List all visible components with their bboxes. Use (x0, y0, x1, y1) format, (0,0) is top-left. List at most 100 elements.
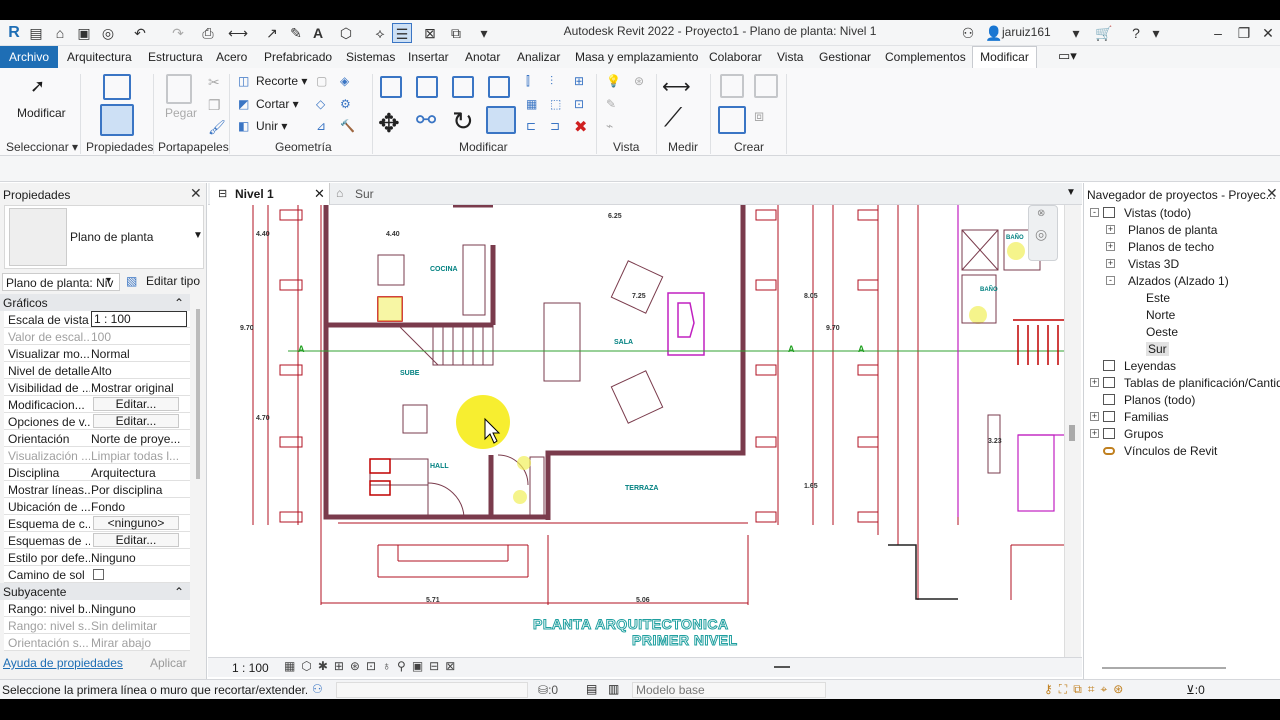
instance-filter[interactable]: Plano de planta: Niv (2, 273, 120, 291)
create-assembly-icon[interactable] (720, 74, 744, 98)
measure-icon[interactable]: ⟷ (228, 23, 248, 43)
tab-sistemas[interactable]: Sistemas (346, 50, 395, 64)
property-row[interactable]: Modificacion... Editar... (4, 396, 190, 413)
close-hidden-icon[interactable]: ⊠ (420, 23, 440, 43)
trim-extend-icon[interactable] (486, 106, 516, 134)
revit-logo-icon[interactable]: R (4, 23, 24, 43)
editing-count[interactable]: ⛁:0 (538, 683, 558, 697)
geometry-tool-2-icon[interactable]: ◈ (340, 74, 349, 88)
tab-acero[interactable]: Acero (216, 50, 247, 64)
tree-expand-toggle[interactable]: + (1090, 429, 1099, 438)
sync-icon[interactable]: ◎ (98, 23, 118, 43)
scroll-thumb[interactable] (1069, 425, 1075, 441)
navigation-bar[interactable]: ⊗ ◎ (1028, 205, 1058, 261)
geometry-tool-4-icon[interactable]: ⚙ (340, 97, 351, 111)
property-row[interactable]: Estilo por defe... Ninguno (4, 549, 190, 566)
mirror-draw-icon[interactable] (488, 76, 510, 98)
copy-element-icon[interactable]: ⚯ (416, 106, 436, 135)
panel-seleccionar[interactable]: Seleccionar ▾ (6, 140, 78, 154)
browser-item[interactable]: Vistas (todo) (1124, 206, 1191, 220)
browser-item[interactable]: Planos de techo (1128, 240, 1214, 254)
tab-anotar[interactable]: Anotar (465, 50, 500, 64)
tree-expand-toggle[interactable]: + (1090, 412, 1099, 421)
help-dropdown-icon[interactable]: ▾ (1146, 23, 1166, 43)
redo-icon[interactable]: ↷ (168, 23, 188, 43)
apply-button[interactable]: Aplicar (150, 656, 187, 670)
property-edit-button[interactable]: <ninguno> (93, 516, 179, 530)
properties-icon[interactable] (100, 104, 134, 136)
align-icon[interactable] (380, 76, 402, 98)
text-icon[interactable]: A (308, 23, 328, 43)
tab-prefabricado[interactable]: Prefabricado (264, 50, 332, 64)
browser-item[interactable]: Planos (todo) (1124, 393, 1195, 407)
recorte-button[interactable]: Recorte ▾ (256, 74, 307, 88)
geometry-tool-1-icon[interactable]: ▢ (316, 74, 327, 88)
edit-type-icon[interactable]: ▧ (126, 274, 137, 288)
tree-expand-toggle[interactable]: + (1106, 242, 1115, 251)
open-icon[interactable]: ▤ (26, 23, 46, 43)
property-row[interactable]: Orientación s... Mirar abajo (4, 634, 190, 651)
cut-geometry-icon[interactable]: ◩ (238, 97, 249, 111)
geometry-tool-3-icon[interactable]: ◇ (316, 97, 325, 111)
properties-scrollbar[interactable] (196, 309, 200, 479)
property-row[interactable]: Rango: nivel s... Sin delimitar (4, 617, 190, 634)
section-subyacente[interactable]: Subyacente ⌃ (0, 583, 190, 600)
user-dropdown-icon[interactable]: ▾ (1066, 23, 1086, 43)
mirror-pick-icon[interactable] (452, 76, 474, 98)
copy-icon[interactable]: ❐ (208, 97, 221, 114)
type-dropdown-icon[interactable]: ▼ (193, 230, 203, 241)
selection-filter-icons[interactable]: ⚷⛶⧉⌗⌖⊛ (1044, 682, 1129, 697)
browser-item[interactable]: Sur (1146, 342, 1169, 356)
property-edit-button[interactable]: Editar... (93, 397, 179, 411)
paste-icon[interactable] (166, 74, 192, 104)
pegar-button[interactable]: Pegar (165, 106, 197, 120)
trim-single-icon[interactable]: ⊏ (526, 119, 536, 133)
thin-lines-icon[interactable]: ☰ (392, 23, 412, 43)
section-graficos[interactable]: Gráficos ⌃ (0, 294, 190, 311)
property-row[interactable]: Visibilidad de ... Mostrar original (4, 379, 190, 396)
cut-icon[interactable]: ✂ (208, 74, 220, 91)
tab-modificar[interactable]: Modificar (972, 46, 1037, 68)
property-row[interactable]: Visualización ... Limpiar todas l... (4, 447, 190, 464)
unpin-icon[interactable]: ⊡ (574, 97, 584, 111)
tree-expand-toggle[interactable]: + (1106, 259, 1115, 268)
edit-type-button[interactable]: Editar tipo (146, 274, 200, 288)
modificar-button[interactable]: Modificar (17, 106, 66, 120)
move-icon[interactable]: ✥ (378, 108, 400, 139)
ribbon-toggle-icon[interactable]: ▭▾ (1058, 48, 1077, 64)
default-3d-icon[interactable]: ⬡ (336, 23, 356, 43)
section-icon[interactable]: ⟡ (370, 23, 390, 43)
property-row[interactable]: Valor de escal... 100 (4, 328, 190, 345)
browser-item[interactable]: Planos de planta (1128, 223, 1217, 237)
match-properties-icon[interactable]: 🖌 (208, 119, 226, 136)
unir-button[interactable]: Unir ▾ (256, 119, 287, 133)
browser-item[interactable]: Vínculos de Revit (1124, 444, 1217, 458)
type-selector[interactable]: Plano de planta ▼ (4, 205, 204, 269)
tag-icon[interactable]: ✎ (286, 23, 306, 43)
tab-masa[interactable]: Masa y emplazamiento (575, 50, 698, 64)
property-row[interactable]: Mostrar líneas... Por disciplina (4, 481, 190, 498)
close-tab-icon[interactable]: ✕ (314, 186, 325, 202)
nav-close-icon[interactable]: ⊗ (1037, 208, 1045, 219)
help-icon[interactable]: ? (1126, 23, 1146, 43)
restore-icon[interactable]: ❐ (1234, 23, 1254, 43)
section-mark-a-3[interactable]: A (858, 344, 865, 354)
rotate-icon[interactable]: ↻ (452, 106, 474, 137)
property-row[interactable]: Camino de sol (4, 566, 190, 583)
tab-nivel-1[interactable]: ⊟ Nivel 1 ✕ (210, 183, 330, 205)
browser-item[interactable]: Este (1146, 291, 1170, 305)
browser-item[interactable]: Norte (1146, 308, 1175, 322)
array-icon[interactable]: ▦ (526, 97, 537, 111)
user-name[interactable]: jaruiz161 (1002, 25, 1051, 39)
view-control-icons[interactable]: ▦⬡✱⊞⊛⊡♁⚲▣⊟⊠ (284, 659, 461, 673)
tabs-dropdown-icon[interactable]: ▼ (1066, 187, 1076, 198)
cart-icon[interactable]: 🛒 (1094, 23, 1114, 43)
sun-path-checkbox[interactable] (93, 569, 104, 580)
instance-dropdown-icon[interactable]: ▾ (106, 275, 111, 286)
browser-scrollbar[interactable] (1102, 667, 1226, 669)
horizontal-scroll-thumb[interactable] (774, 666, 790, 668)
paint-icon[interactable]: 🔨 (340, 119, 355, 133)
property-row[interactable]: Opciones de v... Editar... (4, 413, 190, 430)
create-group-icon[interactable] (718, 106, 746, 134)
tab-sur[interactable]: ⌂ Sur (332, 183, 412, 205)
